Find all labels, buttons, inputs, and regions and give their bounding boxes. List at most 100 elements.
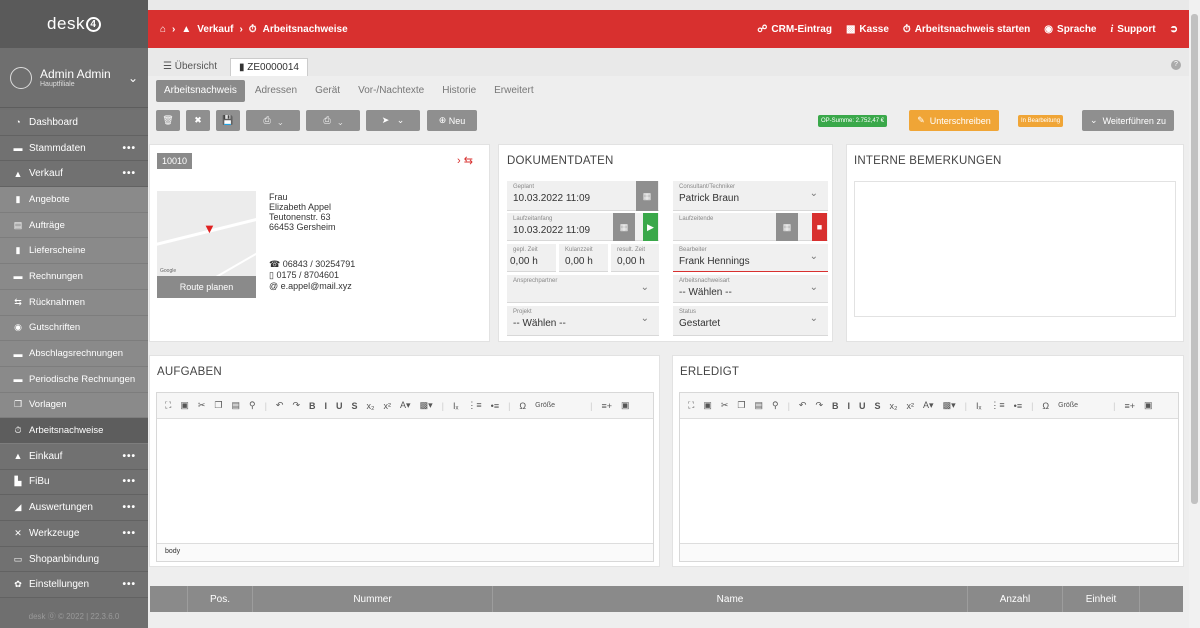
status-select[interactable]: Status Gestartet ⌄ <box>673 306 828 336</box>
numbered-list-icon[interactable]: ⋮≡ <box>990 400 1004 411</box>
more-icon[interactable]: ••• <box>122 476 136 487</box>
table-icon[interactable]: ≡+ <box>1125 401 1136 411</box>
nav-item-auswertungen[interactable]: ◢ Auswertungen ••• <box>0 495 148 521</box>
internal-remarks-textarea[interactable] <box>854 181 1176 317</box>
bold-icon[interactable]: B <box>832 401 839 411</box>
nav-item-shopanbindung[interactable]: ▭ Shopanbindung <box>0 546 148 573</box>
special-char-icon[interactable]: Ω <box>1042 401 1049 411</box>
nav-item-abschlagsrechnungen[interactable]: ▬ Abschlagsrechnungen <box>0 341 148 367</box>
table-icon[interactable]: ≡+ <box>602 401 613 411</box>
special-char-icon[interactable]: Ω <box>519 401 526 411</box>
undo-icon[interactable]: ↶ <box>799 400 807 411</box>
nav-item-angebote[interactable]: ▮ Angebote <box>0 187 148 213</box>
change-address-icon[interactable]: › ⇆ <box>457 154 473 167</box>
subscript-icon[interactable]: x₂ <box>890 401 898 411</box>
planned-time-field[interactable]: gepl. Zeit 0,00 h <box>507 244 556 272</box>
route-plan-button[interactable]: Route planen <box>157 276 256 298</box>
subtab-arbeitsnachweis[interactable]: Arbeitsnachweis <box>156 80 245 102</box>
user-menu[interactable]: Admin Admin Hauptfiliale ⌄ <box>0 48 148 108</box>
map-thumbnail[interactable]: ▼ Google <box>157 191 256 276</box>
fullscreen-icon[interactable]: ⛶ <box>688 400 694 411</box>
clear-format-icon[interactable]: Iₓ <box>976 401 981 411</box>
source-icon[interactable]: ▣ <box>703 400 712 411</box>
tab-overview[interactable]: ☰ Übersicht <box>154 57 226 76</box>
redo-icon[interactable]: ↷ <box>292 400 300 411</box>
nav-item-rücknahmen[interactable]: ⇆ Rücknahmen <box>0 289 148 316</box>
more-icon[interactable]: ••• <box>122 168 136 179</box>
font-size-select[interactable]: Größe <box>1058 402 1104 409</box>
email-address[interactable]: e.appel@mail.xyz <box>281 281 352 291</box>
nav-item-rechnungen[interactable]: ▬ Rechnungen <box>0 264 148 290</box>
undo-icon[interactable]: ↶ <box>276 400 284 411</box>
subtab-ger-t[interactable]: Gerät <box>307 80 348 102</box>
col-pos[interactable]: Pos. <box>188 586 253 612</box>
project-select[interactable]: Projekt -- Wählen -- ⌄ <box>507 306 659 336</box>
print2-dropdown[interactable]: ⎙ ⌄ <box>306 110 360 131</box>
calendar-icon[interactable]: ▦ <box>613 213 635 241</box>
scrollbar-thumb[interactable] <box>1191 14 1198 504</box>
clear-format-icon[interactable]: Iₓ <box>453 401 458 411</box>
bg-color-icon[interactable]: ▩▾ <box>943 400 956 411</box>
nav-item-vorlagen[interactable]: ❐ Vorlagen <box>0 392 148 419</box>
find-icon[interactable]: ⚲ <box>772 400 779 411</box>
mobile-number[interactable]: 0175 / 8704601 <box>276 270 339 280</box>
kasse-button[interactable]: ▩ Kasse <box>846 24 889 35</box>
start-worklog-button[interactable]: ⏱ Arbeitsnachweis starten <box>903 24 1030 35</box>
breadcrumb-arbeitsnachweise[interactable]: Arbeitsnachweise <box>263 24 348 35</box>
col-unit[interactable]: Einheit <box>1063 586 1140 612</box>
subtab-vor-nachtexte[interactable]: Vor-/Nachtexte <box>350 80 432 102</box>
new-button[interactable]: ⊕ Neu <box>427 110 477 131</box>
result-time-field[interactable]: result. Zeit 0,00 h <box>611 244 659 272</box>
image-icon[interactable]: ▣ <box>621 400 630 411</box>
cut-icon[interactable]: ✂ <box>721 400 729 411</box>
app-logo[interactable]: desk 4 <box>0 0 148 48</box>
editor-select[interactable]: Bearbeiter Frank Hennings ⌄ <box>673 244 828 272</box>
phone-number[interactable]: 06843 / 30254791 <box>283 259 356 269</box>
paste-icon[interactable]: ▤ <box>231 400 240 411</box>
page-scrollbar[interactable] <box>1189 0 1200 628</box>
redo-icon[interactable]: ↷ <box>815 400 823 411</box>
nav-item-gutschriften[interactable]: ◉ Gutschriften <box>0 315 148 342</box>
subtab-historie[interactable]: Historie <box>434 80 484 102</box>
nav-item-einstellungen[interactable]: ✿ Einstellungen ••• <box>0 572 148 599</box>
support-button[interactable]: i Support <box>1111 24 1156 35</box>
done-editor[interactable]: ⛶ ▣ ✂ ❐ ▤ ⚲ | ↶ ↷ B I U Sx₂ x² A▾ ▩▾ | Iₓ ⋮≡ •≡ | Ω Größe | ≡+ ▣ <box>679 392 1179 562</box>
cut-icon[interactable]: ✂ <box>198 400 206 411</box>
contact-person-select[interactable]: Ansprechpartner ⌄ <box>507 275 659 303</box>
superscript-icon[interactable]: x² <box>384 401 392 411</box>
bold-icon[interactable]: B <box>309 401 316 411</box>
italic-icon[interactable]: I <box>325 401 328 411</box>
chevron-down-icon[interactable]: ⌄ <box>128 71 138 85</box>
cancel-icon[interactable]: ✖ <box>186 110 210 131</box>
consultant-select[interactable]: Consultant/Techniker Patrick Braun ⌄ <box>673 181 828 211</box>
calendar-icon[interactable]: ▦ <box>636 181 658 211</box>
col-name[interactable]: Name <box>493 586 968 612</box>
tab-document[interactable]: ▮ ZE0000014 <box>230 58 308 76</box>
subtab-erweitert[interactable]: Erweitert <box>486 80 541 102</box>
italic-icon[interactable]: I <box>848 401 851 411</box>
goodwill-time-field[interactable]: Kulanzzeit 0,00 h <box>559 244 608 272</box>
breadcrumb-verkauf[interactable]: Verkauf <box>197 24 233 35</box>
nav-item-arbeitsnachweise[interactable]: ⏱ Arbeitsnachweise <box>0 418 148 444</box>
language-button[interactable]: ◉ Sprache <box>1044 24 1096 35</box>
send-dropdown[interactable]: ➤ ⌄ <box>366 110 420 131</box>
source-icon[interactable]: ▣ <box>180 400 189 411</box>
col-number[interactable]: Nummer <box>253 586 493 612</box>
nav-item-werkzeuge[interactable]: ✕ Werkzeuge ••• <box>0 521 148 547</box>
strike-icon[interactable]: S <box>352 401 358 411</box>
end-field[interactable]: Laufzeitende <box>673 213 828 241</box>
nav-item-einkauf[interactable]: ▲ Einkauf ••• <box>0 443 148 470</box>
tasks-editor[interactable]: ⛶ ▣ ✂ ❐ ▤ ⚲ | ↶ ↷ B I U Sx₂ x² A▾ ▩▾ | Iₓ ⋮≡ •≡ | Ω Größe | ≡+ ▣ … <box>156 392 654 562</box>
save-icon[interactable]: 💾 <box>216 110 240 131</box>
underline-icon[interactable]: U <box>336 401 343 411</box>
nav-item-lieferscheine[interactable]: ▮ Lieferscheine <box>0 238 148 265</box>
continue-dropdown[interactable]: ⌄ Weiterführen zu <box>1082 110 1174 131</box>
text-color-icon[interactable]: A▾ <box>923 400 934 411</box>
bullet-list-icon[interactable]: •≡ <box>491 401 499 411</box>
logout-icon[interactable]: ➲ <box>1170 24 1178 35</box>
play-icon[interactable]: ▶ <box>643 213 658 241</box>
copy-icon[interactable]: ❐ <box>737 400 745 411</box>
calendar-icon[interactable]: ▦ <box>776 213 798 241</box>
text-color-icon[interactable]: A▾ <box>400 400 411 411</box>
crm-entry-button[interactable]: ☍ CRM-Eintrag <box>757 24 832 35</box>
